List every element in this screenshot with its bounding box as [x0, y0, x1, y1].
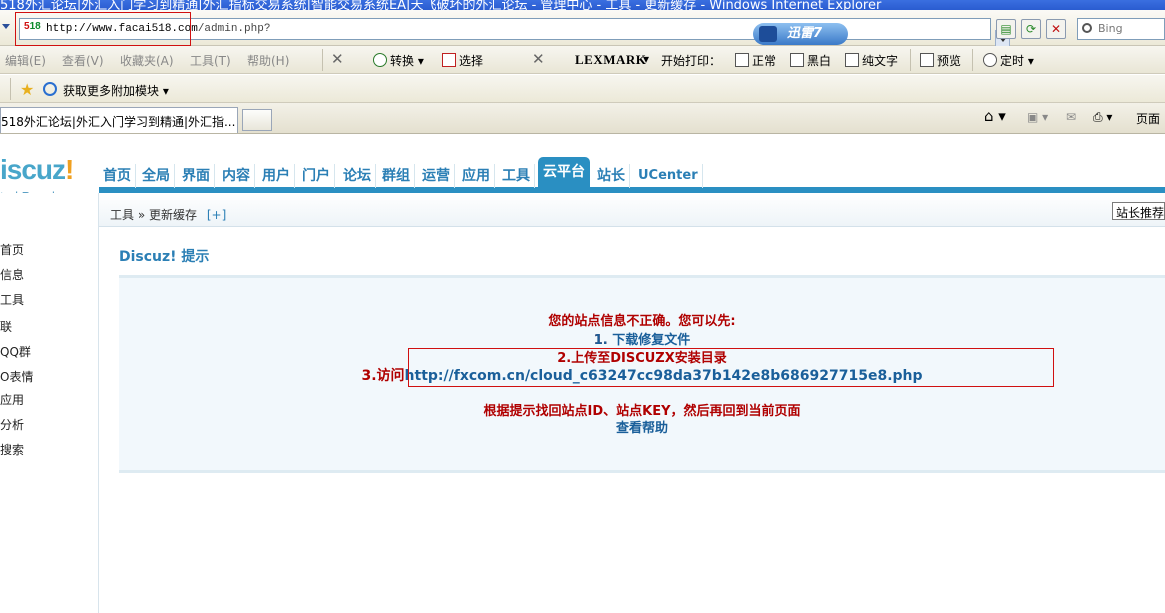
- nav-home[interactable]: 首页: [99, 164, 136, 188]
- nav-tools[interactable]: 工具: [498, 164, 535, 188]
- favorites-divider: [10, 78, 11, 100]
- lexmark-logo: LEXMARK: [575, 52, 647, 67]
- breadcrumb: 工具 » 更新缓存 [+]: [110, 208, 227, 222]
- close-toolbar-icon-2[interactable]: ✕: [532, 50, 545, 68]
- sidebar-item-search[interactable]: 搜索: [0, 441, 24, 458]
- print-icon[interactable]: ⎙ ▾: [1093, 110, 1112, 125]
- nav-content[interactable]: 内容: [218, 164, 255, 188]
- nav-ucenter[interactable]: UCenter: [634, 164, 703, 188]
- xunlei-addon-button[interactable]: 迅雷7: [753, 23, 848, 45]
- compat-view-icon[interactable]: ▤: [996, 19, 1016, 39]
- xunlei-label: 迅雷7: [787, 26, 823, 41]
- sidebar-item-info[interactable]: 信息: [0, 266, 24, 283]
- notice-error-line: 您的站点信息不正确。您可以先:: [548, 314, 736, 329]
- breadcrumb-tools[interactable]: 工具: [110, 208, 134, 222]
- sidebar-item-home[interactable]: 首页: [0, 241, 24, 258]
- sidebar-item-qq-group[interactable]: QQ群: [0, 343, 31, 360]
- print-normal-icon: [735, 53, 749, 67]
- schedule-button[interactable]: 定时 ▾: [983, 52, 1034, 69]
- sidebar-item-link[interactable]: 联: [0, 318, 12, 335]
- admin-sidebar: 首页 信息 工具 联 QQ群 O表情 应用 分析 搜索: [0, 193, 99, 613]
- xunlei-bird-icon: [759, 26, 777, 42]
- sidebar-item-apps[interactable]: 应用: [0, 391, 24, 408]
- url-path: /admin.php?: [197, 23, 271, 35]
- toolbar-divider: [322, 49, 323, 71]
- nav-operations[interactable]: 运营: [418, 164, 455, 188]
- breadcrumb-bar: 工具 » 更新缓存 [+] 站长推荐: [99, 193, 1165, 227]
- page-menu[interactable]: 页面: [1136, 110, 1160, 127]
- menu-help[interactable]: 帮助(H): [247, 52, 289, 69]
- menu-tools[interactable]: 工具(T): [190, 52, 231, 69]
- convert-button[interactable]: 转换 ▾: [373, 52, 424, 69]
- window-title: 518外汇论坛|外汇入门学习到精通|外汇指标交易系统|智能交易系统EA|天飞破坏…: [0, 0, 882, 10]
- toolbar-divider: [910, 49, 911, 71]
- nav-groups[interactable]: 群组: [378, 164, 415, 188]
- page-title: Discuz! 提示: [119, 249, 210, 265]
- sidebar-item-analytics[interactable]: 分析: [0, 416, 24, 433]
- window-titlebar: 518外汇论坛|外汇入门学习到精通|外汇指标交易系统|智能交易系统EA|天飞破坏…: [0, 0, 1165, 10]
- print-bw-icon: [790, 53, 804, 67]
- back-dropdown-icon[interactable]: [2, 24, 10, 29]
- print-bw-button[interactable]: 黑白: [790, 52, 831, 69]
- notice-step-download[interactable]: 1.1. 下载修复文件: [119, 329, 1165, 348]
- search-input[interactable]: Bing: [1077, 18, 1165, 40]
- recommend-select[interactable]: 站长推荐: [1112, 202, 1165, 220]
- menu-view[interactable]: 查看(V): [62, 52, 104, 69]
- add-shortcut-button[interactable]: [+]: [207, 208, 226, 222]
- close-toolbar-icon[interactable]: ✕: [331, 50, 344, 68]
- search-icon: [1082, 23, 1092, 33]
- nav-forum[interactable]: 论坛: [339, 164, 376, 188]
- select-icon: [442, 53, 456, 67]
- feeds-icon[interactable]: ▣ ▾: [1027, 110, 1048, 124]
- preview-icon: [920, 53, 934, 67]
- tab-row: 518外汇论坛|外汇入门学习到精通|外汇指... ⌂ ▾ ▣ ▾ ✉ ⎙ ▾ 页…: [0, 103, 1165, 134]
- get-addons-link[interactable]: 获取更多附加模块 ▾: [63, 82, 169, 99]
- home-icon[interactable]: ⌂ ▾: [984, 107, 1006, 125]
- discuz-logo: iscuz!: [0, 154, 74, 185]
- sidebar-item-emoticons[interactable]: O表情: [0, 368, 33, 385]
- url-highlight-box: [15, 12, 191, 46]
- nav-cloud-platform[interactable]: 云平台: [538, 157, 590, 188]
- preview-button[interactable]: 预览: [920, 52, 961, 69]
- favorites-row: ★ 获取更多附加模块 ▾: [0, 75, 1165, 103]
- breadcrumb-page: 更新缓存: [149, 208, 198, 222]
- admin-nav: 首页 全局 界面 内容 用户 门户 论坛 群组 运营 应用 工具 云平台 站长 …: [99, 157, 1165, 193]
- lexmark-dropdown-icon[interactable]: ▾: [643, 52, 649, 66]
- print-text-button[interactable]: 纯文字: [845, 52, 898, 69]
- nav-apps[interactable]: 应用: [458, 164, 495, 188]
- print-start-label: 开始打印：: [661, 54, 722, 68]
- stop-icon[interactable]: ✕: [1046, 19, 1066, 39]
- print-text-icon: [845, 53, 859, 67]
- mail-icon[interactable]: ✉: [1066, 110, 1076, 124]
- admin-header: iscuz! trol Panel 首页 全局 界面 内容 用户 门户 论坛 群…: [0, 134, 1165, 204]
- globe-icon: [373, 53, 387, 67]
- menu-edit[interactable]: 编辑(E): [5, 52, 46, 69]
- address-bar-row: 518 http://www.facai518.com/admin.php? 迅…: [0, 10, 1165, 48]
- nav-interface[interactable]: 界面: [178, 164, 215, 188]
- menu-favorites[interactable]: 收藏夹(A): [120, 52, 174, 69]
- menu-toolbar-row: 编辑(E) 查看(V) 收藏夹(A) 工具(T) 帮助(H) ✕ 转换 ▾ 选择…: [0, 46, 1165, 74]
- nav-global[interactable]: 全局: [138, 164, 175, 188]
- link-highlight-box: [408, 348, 1054, 387]
- new-tab-button[interactable]: [242, 109, 272, 131]
- refresh-icon[interactable]: ⟳: [1021, 19, 1041, 39]
- sidebar-item-tools[interactable]: 工具: [0, 291, 24, 308]
- clock-icon: [983, 53, 997, 67]
- favorites-star-icon[interactable]: ★: [20, 80, 34, 99]
- nav-portal[interactable]: 门户: [298, 164, 335, 188]
- select-button[interactable]: 选择: [442, 52, 483, 69]
- print-normal-button[interactable]: 正常: [735, 52, 776, 69]
- ie-icon: [43, 82, 57, 96]
- nav-webmaster[interactable]: 站长: [593, 164, 630, 188]
- browser-tab-active[interactable]: 518外汇论坛|外汇入门学习到精通|外汇指...: [0, 107, 238, 133]
- help-link[interactable]: 查看帮助: [119, 417, 1165, 436]
- nav-users[interactable]: 用户: [258, 164, 295, 188]
- toolbar-divider: [972, 49, 973, 71]
